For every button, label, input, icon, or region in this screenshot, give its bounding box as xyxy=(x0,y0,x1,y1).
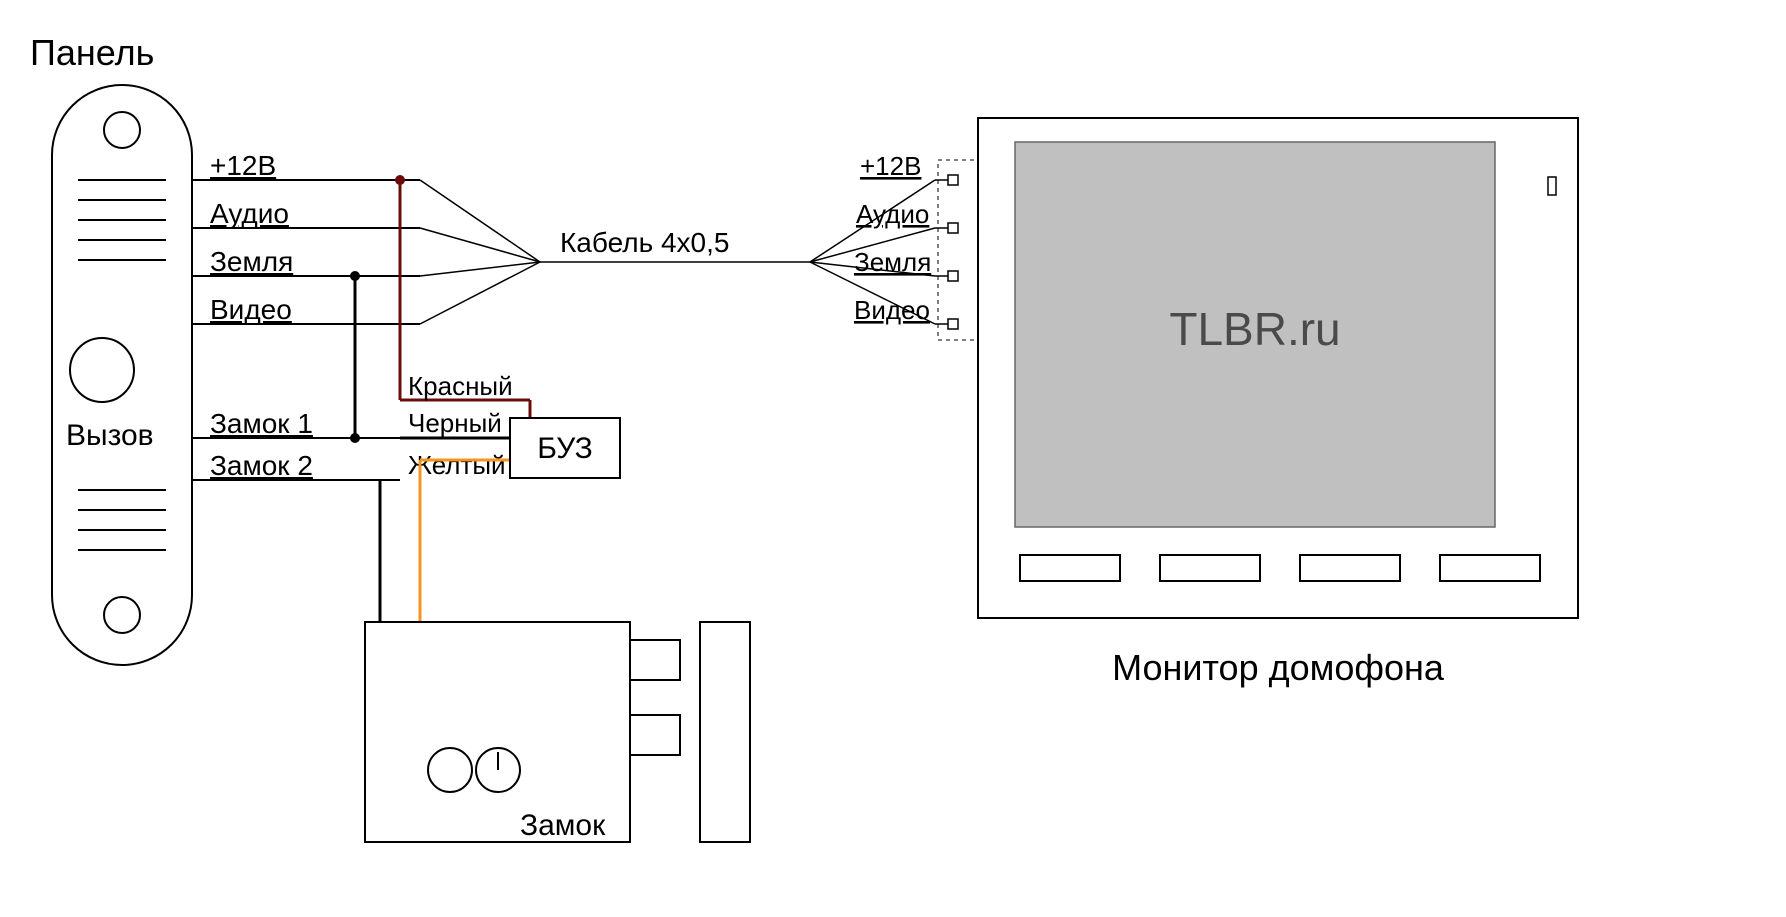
monitor-screen-text: TLBR.ru xyxy=(1169,303,1340,355)
wiring-diagram: Панель Вызов +12В Аудио Земля Видео Замо… xyxy=(0,0,1786,917)
buz-device: БУЗ xyxy=(510,418,620,478)
monitor-terminal-block xyxy=(935,160,978,340)
monitor-term-video: Видео xyxy=(854,295,930,325)
monitor-terminal-labels: +12В Аудио Земля Видео xyxy=(854,151,931,325)
panel-wire-labels: +12В Аудио Земля Видео Замок 1 Замок 2 xyxy=(192,150,420,481)
monitor-term-audio: Аудио xyxy=(856,199,929,229)
monitor-device: TLBR.ru Монитор домофона xyxy=(978,118,1578,688)
lock-label: Замок xyxy=(520,809,606,842)
wire-black-label: Черный xyxy=(408,408,502,438)
monitor-button-1 xyxy=(1020,555,1120,581)
panel-wire-audio: Аудио xyxy=(210,198,289,229)
panel-wire-12v: +12В xyxy=(210,150,276,181)
monitor-term-12v: +12В xyxy=(860,151,921,181)
wire-black: Черный xyxy=(350,271,510,443)
cable-label: Кабель 4х0,5 xyxy=(560,227,729,258)
monitor-button-3 xyxy=(1300,555,1400,581)
panel-wire-lock1: Замок 1 xyxy=(210,408,313,439)
wire-red-label: Красный xyxy=(408,371,513,401)
panel-wire-video: Видео xyxy=(210,294,292,325)
lock-device: Замок xyxy=(365,622,750,842)
panel-wire-ground: Земля xyxy=(210,246,293,277)
monitor-term-ground: Земля xyxy=(854,247,931,277)
monitor-button-2 xyxy=(1160,555,1260,581)
panel-title: Панель xyxy=(30,32,154,73)
wire-yellow: Желтый xyxy=(408,450,510,622)
monitor-title: Монитор домофона xyxy=(1112,647,1445,688)
panel-device: Панель Вызов xyxy=(30,32,192,665)
wire-red: Красный xyxy=(395,175,530,418)
wire-yellow-label: Желтый xyxy=(408,450,506,480)
call-button-label: Вызов xyxy=(66,419,154,452)
monitor-button-4 xyxy=(1440,555,1540,581)
buz-label: БУЗ xyxy=(537,432,593,465)
panel-wire-lock2: Замок 2 xyxy=(210,450,313,481)
